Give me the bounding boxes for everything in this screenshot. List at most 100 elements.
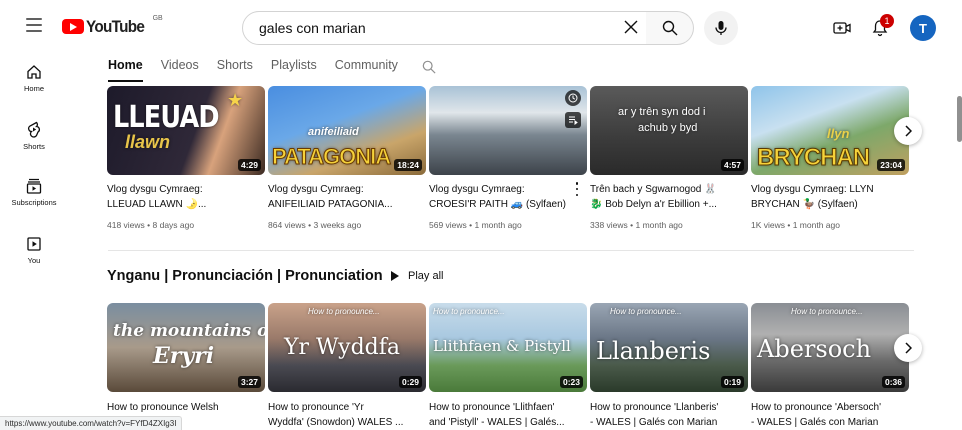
sidebar-item-label: Shorts: [23, 142, 45, 151]
notification-count-badge: 1: [880, 14, 894, 28]
tab-home[interactable]: Home: [108, 58, 143, 82]
logo-text: YouTube: [86, 17, 145, 36]
channel-tabs: Home Videos Shorts Playlists Community: [108, 58, 416, 82]
thumbnail-caption: ar y trên syn dod i: [618, 106, 706, 118]
youtube-logo[interactable]: YouTube GB: [62, 15, 163, 36]
video-thumbnail[interactable]: BRYCHAN llyn 23:04: [751, 86, 909, 175]
video-duration: 4:29: [237, 159, 261, 171]
section-divider: [108, 250, 914, 251]
channel-search-button[interactable]: [422, 60, 436, 79]
play-icon: [391, 271, 399, 281]
more-actions-icon[interactable]: [573, 182, 581, 196]
play-all-label: Play all: [408, 270, 444, 282]
close-icon: [624, 20, 638, 34]
video-meta: 864 views • 3 weeks ago: [268, 220, 362, 230]
video-thumbnail[interactable]: [429, 86, 587, 175]
video-thumbnail[interactable]: the mountains of Eryri 3:27: [107, 303, 265, 392]
thumbnail-caption: How to pronounce...: [308, 307, 380, 316]
video-title[interactable]: Vlog dysgu Cymraeg: LLEUAD LLAWN 🌛...: [107, 182, 257, 212]
thumbnail-caption: the mountains of: [113, 321, 265, 341]
video-meta: 1K views • 1 month ago: [751, 220, 840, 230]
shelf-title[interactable]: Ynganu | Pronunciación | Pronunciation: [107, 268, 383, 284]
thumbnail-caption: Yr Wyddfa: [284, 335, 401, 360]
video-duration: 3:27: [237, 376, 261, 388]
video-thumbnail[interactable]: How to pronounce... Yr Wyddfa 0:29: [268, 303, 426, 392]
video-thumbnail[interactable]: PATAGONIA anifeiliaid 18:24: [268, 86, 426, 175]
sidebar-item-shorts[interactable]: Shorts: [0, 120, 68, 151]
search-input[interactable]: [259, 20, 619, 36]
thumbnail-caption: BRYCHAN: [756, 144, 870, 172]
thumbnail-caption: anifeiliaid: [308, 126, 359, 138]
shorts-icon: [28, 121, 40, 138]
video-meta: 569 views • 1 month ago: [429, 220, 522, 230]
subscriptions-icon: [26, 178, 42, 194]
video-title[interactable]: Vlog dysgu Cymraeg: LLYN BRYCHAN 🦆 (Sylfa…: [751, 182, 901, 212]
watch-later-icon[interactable]: [565, 90, 581, 106]
video-title[interactable]: How to pronounce 'Llanberis' - WALES | Ga…: [590, 400, 740, 430]
sidebar-item-label: You: [27, 256, 41, 265]
tab-videos[interactable]: Videos: [161, 58, 199, 76]
video-duration: 0:23: [559, 376, 583, 388]
voice-search-button[interactable]: [704, 11, 738, 45]
chevron-right-icon: [905, 342, 912, 354]
sidebar-item-home[interactable]: Home: [0, 64, 68, 93]
video-thumbnail[interactable]: How to pronounce... Abersoch 0:36: [751, 303, 909, 392]
search-box: [242, 11, 652, 45]
video-meta: 338 views • 1 month ago: [590, 220, 683, 230]
thumbnail-caption: How to pronounce...: [791, 307, 863, 316]
video-duration: 0:29: [398, 376, 422, 388]
search-button[interactable]: [646, 11, 694, 45]
video-title[interactable]: How to pronounce 'Yr Wyddfa' (Snowdon) WA…: [268, 400, 418, 430]
video-duration: 18:24: [394, 159, 422, 171]
search-icon: [422, 60, 436, 74]
tab-shorts[interactable]: Shorts: [217, 58, 253, 76]
video-title[interactable]: Trên bach y Sgwarnogod 🐰 🐉 Bob Delyn a'r …: [590, 182, 740, 212]
thumbnail-caption: llyn: [827, 126, 850, 141]
video-duration: 0:19: [720, 376, 744, 388]
create-button[interactable]: [830, 16, 854, 40]
clear-search-button[interactable]: [620, 16, 642, 38]
thumbnail-caption: Eryri: [153, 343, 215, 369]
tab-playlists[interactable]: Playlists: [271, 58, 317, 76]
thumbnail-caption: How to pronounce...: [433, 307, 505, 316]
thumbnail-caption: llawn: [125, 132, 171, 152]
video-title[interactable]: How to pronounce 'Abersoch' - WALES | Gal…: [751, 400, 901, 430]
account-avatar[interactable]: T: [910, 15, 936, 41]
thumbnail-caption: How to pronounce...: [610, 307, 682, 316]
video-thumbnail[interactable]: LLEUAD llawn ★ 4:29: [107, 86, 265, 175]
region-code: GB: [152, 15, 163, 22]
tab-community[interactable]: Community: [335, 58, 398, 76]
page-scrollbar[interactable]: [957, 96, 962, 142]
video-thumbnail[interactable]: How to pronounce... Llanberis 0:19: [590, 303, 748, 392]
menu-icon[interactable]: [26, 18, 42, 32]
thumbnail-image: [429, 86, 587, 175]
sidebar-item-subscriptions[interactable]: Subscriptions: [0, 178, 68, 207]
sidebar-item-label: Subscriptions: [11, 198, 57, 207]
carousel-next-button[interactable]: [894, 117, 922, 145]
star-icon: ★: [227, 90, 244, 110]
video-thumbnail[interactable]: ar y trên syn dod i achub y byd 4:57: [590, 86, 748, 175]
chevron-right-icon: [905, 125, 912, 137]
thumbnail-caption: Llithfaen & Pistyll: [433, 337, 571, 355]
video-meta: 418 views • 8 days ago: [107, 220, 195, 230]
video-duration: 4:57: [720, 159, 744, 171]
home-icon: [27, 65, 41, 79]
video-title[interactable]: Vlog dysgu Cymraeg: CROESI'R PAITH 🚙 (Syl…: [429, 182, 579, 212]
youtube-play-icon: [62, 19, 84, 34]
thumbnail-caption: LLEUAD: [113, 100, 220, 135]
carousel-next-button[interactable]: [894, 334, 922, 362]
video-duration: 23:04: [877, 159, 905, 171]
thumbnail-caption: Abersoch: [757, 335, 872, 363]
video-title[interactable]: How to pronounce 'Llithfaen' and 'Pistyll…: [429, 400, 579, 430]
search-icon: [662, 20, 677, 36]
sidebar-item-label: Home: [23, 84, 44, 93]
create-video-icon: [833, 22, 851, 34]
sidebar-item-you[interactable]: You: [0, 236, 68, 265]
you-library-icon: [27, 237, 41, 251]
microphone-icon: [715, 21, 727, 35]
video-thumbnail[interactable]: How to pronounce... Llithfaen & Pistyll …: [429, 303, 587, 392]
play-all-button[interactable]: Play all: [390, 270, 443, 282]
thumbnail-caption: Llanberis: [596, 337, 711, 365]
add-to-queue-icon[interactable]: [565, 112, 581, 128]
video-title[interactable]: Vlog dysgu Cymraeg: ANIFEILIAID PATAGONIA…: [268, 182, 418, 212]
